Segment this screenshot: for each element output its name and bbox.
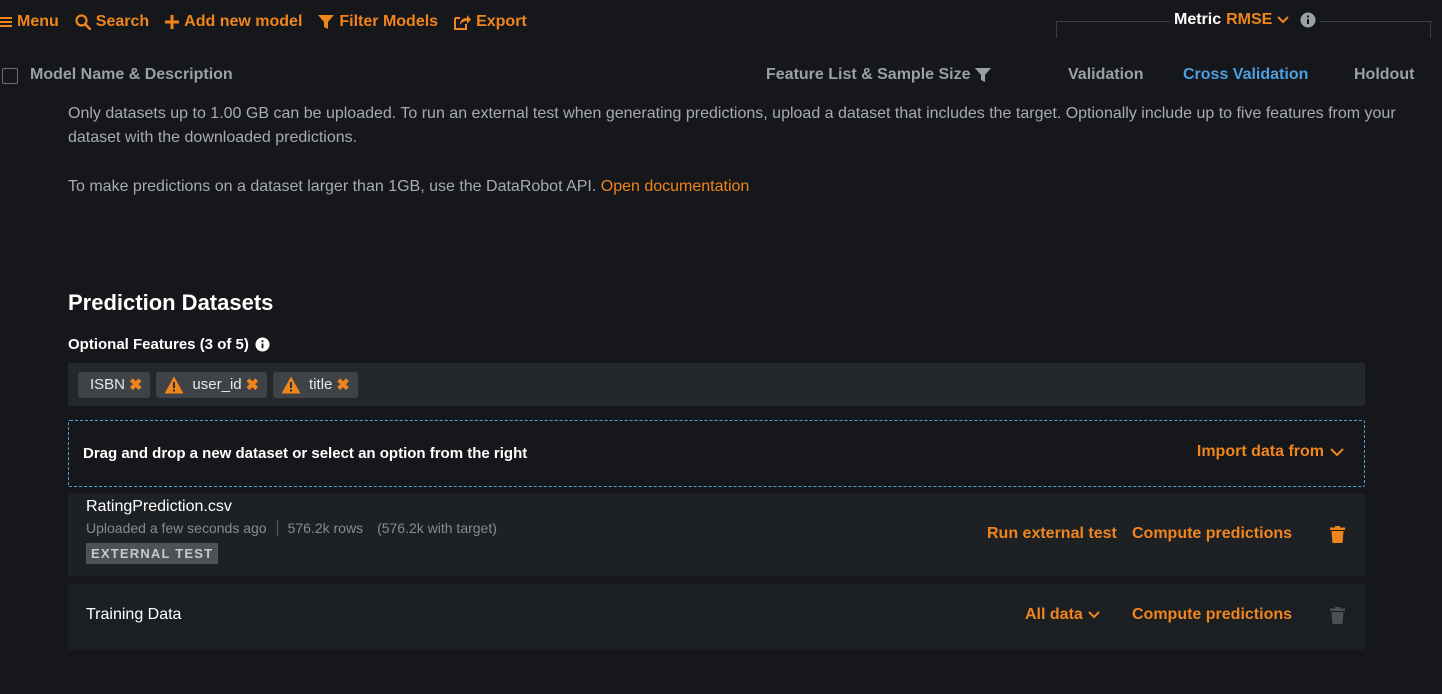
partition-dropdown[interactable]: All data [1025,606,1100,624]
feature-tag-label: ISBN [90,376,126,393]
info-icon[interactable] [1300,12,1316,28]
export-icon [454,15,472,30]
hamburger-icon [0,17,12,27]
menu-label: Menu [17,13,59,30]
optional-features-input[interactable]: ISBN ✖ user_id ✖ title ✖ [68,363,1365,406]
search-label: Search [95,13,150,30]
warning-icon [164,376,184,393]
external-test-badge: EXTERNAL TEST [86,543,219,564]
dataset-row: Training Data All data Compute predictio… [68,584,1365,650]
optional-features-label: Optional Features (3 of 5) [68,336,249,353]
menu-button[interactable]: Menu [0,13,59,31]
warning-icon [281,376,301,393]
dropzone-text: Drag and drop a new dataset or select an… [83,445,528,462]
dataset-name: RatingPrediction.csv [86,498,232,515]
chevron-down-icon[interactable] [1277,16,1290,24]
compute-predictions-button[interactable]: Compute predictions [1132,525,1292,543]
import-data-from-dropdown[interactable]: Import data from [1197,443,1344,461]
metric-label: Metric [1174,11,1222,28]
row-count: 576.2k rows [287,520,364,536]
select-all-checkbox[interactable] [2,68,18,84]
trash-icon[interactable] [1330,607,1345,624]
remove-icon[interactable]: ✖ [129,375,142,395]
row-count-with-target: (576.2k with target) [377,520,497,536]
search-button[interactable]: Search [75,13,149,31]
column-cross-validation[interactable]: Cross Validation [1183,66,1308,84]
add-new-model-label: Add new model [184,13,303,30]
feature-tag-label: user_id [192,376,242,393]
chevron-down-icon [1330,447,1344,456]
import-data-from-label: Import data from [1196,443,1324,460]
partition-label: All data [1025,606,1083,623]
open-documentation-link[interactable]: Open documentation [601,178,750,195]
chevron-down-icon [1088,611,1100,619]
meta-divider [276,520,278,536]
column-validation[interactable]: Validation [1068,66,1144,84]
prediction-datasets-title: Prediction Datasets [68,290,274,315]
info-icon[interactable] [255,337,270,352]
column-model-name[interactable]: Model Name & Description [30,66,233,84]
search-icon [75,14,91,30]
dataset-meta: Uploaded a few seconds ago 576.2k rows (… [86,520,497,536]
export-button[interactable]: Export [454,13,527,31]
remove-icon[interactable]: ✖ [246,375,259,395]
metric-divider-left [1056,22,1057,38]
upload-time: Uploaded a few seconds ago [86,520,267,536]
trash-icon[interactable] [1330,526,1345,543]
remove-icon[interactable]: ✖ [336,375,349,395]
leaderboard-header: Model Name & Description Feature List & … [0,58,1442,94]
filter-models-label: Filter Models [339,13,439,30]
column-holdout[interactable]: Holdout [1354,66,1414,84]
feature-tag-title: title ✖ [273,371,358,398]
run-external-test-button[interactable]: Run external test [987,525,1117,543]
export-label: Export [476,13,527,30]
metric-value[interactable]: RMSE [1226,11,1272,29]
filter-icon [318,15,335,29]
metric-selector[interactable]: Metric RMSE [1170,11,1321,29]
column-feature-list-label: Feature List & Sample Size [766,66,971,83]
feature-tag-label: title [309,376,333,393]
dataset-dropzone[interactable]: Drag and drop a new dataset or select an… [68,420,1365,487]
optional-features-heading: Optional Features (3 of 5) [68,336,270,353]
add-new-model-button[interactable]: Add new model [165,13,302,31]
upload-limit-text: Only datasets up to 1.00 GB can be uploa… [68,105,1396,146]
large-dataset-note: To make predictions on a dataset larger … [68,178,749,196]
large-dataset-text: To make predictions on a dataset larger … [68,178,597,195]
feature-tag-isbn: ISBN ✖ [78,371,151,398]
dataset-name: Training Data [86,606,182,623]
feature-tag-user-id: user_id ✖ [156,371,268,398]
compute-predictions-button[interactable]: Compute predictions [1132,606,1292,624]
metric-divider-right [1430,22,1431,38]
column-feature-list[interactable]: Feature List & Sample Size [766,66,991,84]
dataset-row: RatingPrediction.csv Uploaded a few seco… [68,494,1365,576]
filter-models-button[interactable]: Filter Models [318,13,438,31]
plus-icon [165,15,180,29]
filter-icon[interactable] [974,67,991,83]
